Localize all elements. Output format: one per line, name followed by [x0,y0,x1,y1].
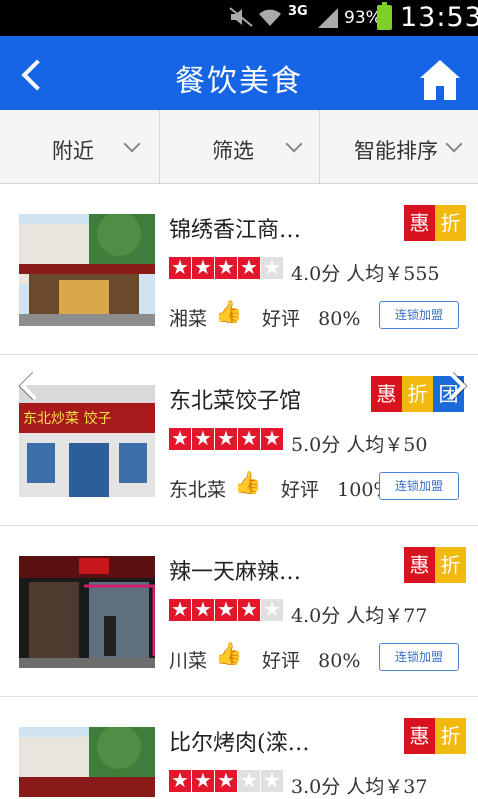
score-text: 4.0分 人均￥77 [291,605,428,627]
battery-icon [377,2,392,30]
chevron-down-icon [445,135,463,153]
star-rating [169,426,284,450]
filter-nearby[interactable]: 附近 [0,110,160,184]
star-rating [169,768,284,792]
filter-label: 智能排序 [354,139,438,163]
star-rating [169,255,284,279]
app-header: 餐饮美食 [0,36,478,110]
list-item[interactable]: 锦绣香江商… 惠 折 4.0分 人均￥555 湘菜 👍 好评 80% 连锁加盟 [0,184,478,355]
star-icon [192,768,214,792]
chevron-down-icon [285,135,303,153]
restaurant-photo [19,556,155,668]
thumbs-up-icon: 👍 [234,471,262,496]
good-review: 好评 80% [262,308,361,330]
sale-badge: 折 [435,547,466,583]
score-text: 4.0分 人均￥555 [291,263,440,285]
star-icon [192,426,214,450]
star-icon [215,768,237,792]
chevron-down-icon [123,135,141,153]
score-text: 3.0分 人均￥37 [291,776,428,798]
home-icon[interactable] [420,60,460,104]
star-icon [192,597,214,621]
restaurant-photo: 东北炒菜 饺子 [19,385,155,497]
carousel-next-icon[interactable] [440,370,470,400]
star-icon [261,255,283,279]
signal-icon [316,6,340,35]
network-type: 3G [288,4,308,19]
restaurant-name: 辣一天麻辣… [169,560,302,585]
filter-bar: 附近 筛选 智能排序 [0,110,478,184]
sign-text: 东北炒菜 饺子 [23,411,111,427]
sale-badge: 折 [435,205,466,241]
discount-badge: 惠 [371,376,402,412]
restaurant-name: 比尔烤肉(滦… [169,731,310,756]
wifi-icon [258,6,282,33]
filter-label: 附近 [52,139,94,163]
star-icon [215,426,237,450]
filter-label: 筛选 [212,139,254,163]
filter-screen[interactable]: 筛选 [160,110,320,184]
good-review: 好评 100% [281,479,392,501]
star-icon [215,255,237,279]
star-rating [169,597,284,621]
score-text: 5.0分 人均￥50 [291,434,428,456]
thumbs-up-icon: 👍 [215,642,243,667]
star-icon [261,426,283,450]
discount-badge: 惠 [404,547,435,583]
cuisine-type: 川菜 [169,650,208,672]
good-review: 好评 80% [262,650,361,672]
list-item[interactable]: 辣一天麻辣… 惠 折 4.0分 人均￥77 川菜 👍 好评 80% 连锁加盟 [0,526,478,697]
cuisine-type: 东北菜 [169,479,227,501]
star-icon [238,768,260,792]
star-icon [169,255,191,279]
chain-join-button[interactable]: 连锁加盟 [379,472,459,500]
status-bar: 3G 93% 13:53 [0,0,478,36]
restaurant-name: 锦绣香江商… [169,218,302,243]
cuisine-type: 湘菜 [169,308,208,330]
restaurant-photo [19,214,155,326]
star-icon [238,426,260,450]
star-icon [261,597,283,621]
chain-join-button[interactable]: 连锁加盟 [379,643,459,671]
star-icon [169,768,191,792]
carousel-prev-icon[interactable] [14,370,44,400]
star-icon [261,768,283,792]
star-icon [238,255,260,279]
restaurant-name: 东北菜饺子馆 [169,389,302,414]
list-item[interactable]: 东北炒菜 饺子 东北菜饺子馆 惠 折 团 5.0分 人均￥50 东北菜 👍 好评… [0,355,478,526]
mute-icon [228,6,254,33]
page-title: 餐饮美食 [175,64,303,99]
star-icon [169,597,191,621]
restaurant-photo [19,727,155,797]
thumbs-up-icon: 👍 [215,300,243,325]
discount-badge: 惠 [404,718,435,754]
star-icon [215,597,237,621]
star-icon [192,255,214,279]
star-icon [169,426,191,450]
sale-badge: 折 [402,376,433,412]
sale-badge: 折 [435,718,466,754]
filter-sort[interactable]: 智能排序 [320,110,478,184]
clock: 13:53 [400,2,478,33]
discount-badge: 惠 [404,205,435,241]
chain-join-button[interactable]: 连锁加盟 [379,301,459,329]
list-item[interactable]: 比尔烤肉(滦… 惠 折 3.0分 人均￥37 [0,697,478,798]
star-icon [238,597,260,621]
